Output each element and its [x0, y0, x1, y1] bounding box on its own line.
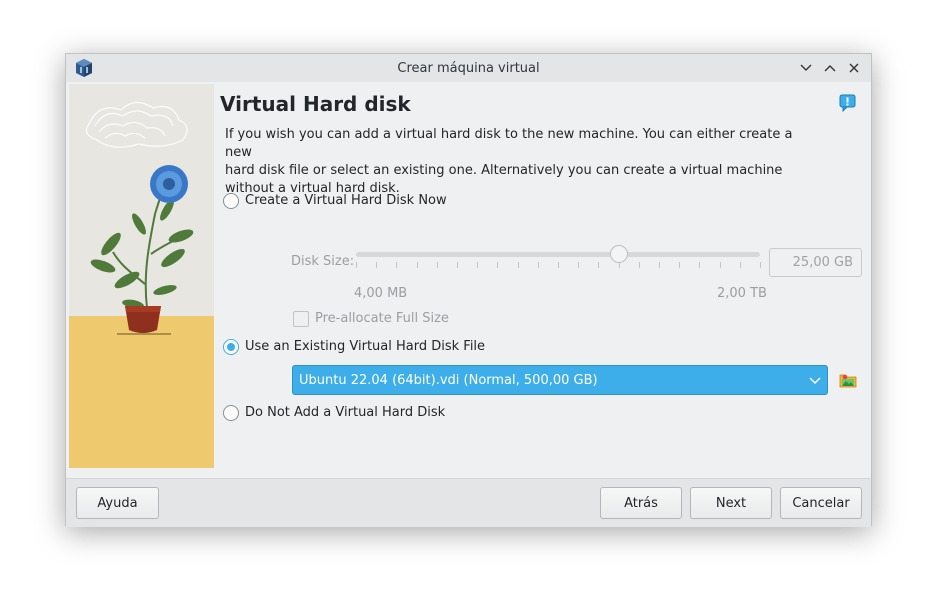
disk-size-label: Disk Size: [291, 254, 355, 269]
preallocate-label[interactable]: Pre-allocate Full Size [315, 311, 449, 326]
slider-tick [416, 262, 418, 268]
folder-open-icon[interactable] [839, 371, 857, 389]
cancel-button[interactable]: Cancelar [780, 487, 862, 519]
disk-file-combobox[interactable]: Ubuntu 22.04 (64bit).vdi (Normal, 500,00… [292, 365, 828, 395]
slider-tick [598, 262, 600, 268]
use-existing-radio[interactable] [223, 339, 239, 355]
back-button[interactable]: Atrás [600, 487, 682, 519]
slider-tick [618, 262, 620, 268]
no-disk-label[interactable]: Do Not Add a Virtual Hard Disk [245, 405, 445, 420]
slider-tick [760, 262, 761, 268]
help-button[interactable]: Ayuda [76, 487, 159, 519]
page-title: Virtual Hard disk [220, 92, 411, 116]
dialog-window: Crear máquina virtual Virtual Hard disk … [65, 53, 872, 527]
slider-handle[interactable] [609, 245, 628, 263]
slider-tick [679, 262, 681, 268]
slider-tick [638, 262, 640, 268]
chevron-down-icon[interactable] [797, 59, 815, 77]
wizard-illustration [69, 84, 214, 468]
slider-tick [457, 262, 458, 268]
close-icon[interactable] [845, 59, 863, 77]
no-disk-radio[interactable] [223, 405, 239, 421]
slider-tick [517, 262, 519, 268]
slider-tick [578, 262, 580, 268]
slider-tick [497, 262, 499, 268]
use-existing-label[interactable]: Use an Existing Virtual Hard Disk File [245, 339, 485, 354]
disk-file-value: Ubuntu 22.04 (64bit).vdi (Normal, 500,00… [299, 373, 598, 388]
create-disk-radio[interactable] [223, 193, 239, 209]
description-line: hard disk file or select an existing one… [225, 163, 783, 178]
disk-size-max-label: 2,00 TB [717, 286, 767, 301]
window-title: Crear máquina virtual [397, 61, 540, 76]
chevron-down-icon[interactable] [809, 375, 821, 385]
disk-size-min-label: 4,00 MB [354, 286, 408, 301]
slider-tick [477, 262, 479, 268]
slider-tick [376, 262, 378, 268]
slider-tick [396, 262, 398, 268]
title-bar[interactable]: Crear máquina virtual [66, 54, 871, 82]
disk-size-field[interactable]: 25,00 GB [769, 248, 862, 277]
slider-tick [739, 262, 741, 268]
page-description: If you wish you can add a virtual hard d… [225, 126, 795, 198]
chevron-up-icon[interactable] [821, 59, 839, 77]
slider-tick [356, 262, 357, 268]
create-disk-label[interactable]: Create a Virtual Hard Disk Now [245, 193, 447, 208]
slider-tick [699, 262, 701, 268]
button-bar: Ayuda Atrás Next Cancelar [66, 478, 871, 527]
next-button[interactable]: Next [690, 487, 772, 519]
slider-tick [537, 262, 539, 268]
slider-tick [558, 262, 559, 268]
slider-track[interactable] [356, 252, 760, 257]
wizard-content: Virtual Hard disk If you wish you can ad… [66, 82, 871, 478]
help-icon[interactable] [839, 94, 857, 113]
slider-tick [719, 262, 721, 268]
slider-tick [436, 262, 438, 268]
slider-tick [659, 262, 660, 268]
description-line: If you wish you can add a virtual hard d… [225, 127, 793, 160]
preallocate-checkbox[interactable] [293, 311, 309, 327]
